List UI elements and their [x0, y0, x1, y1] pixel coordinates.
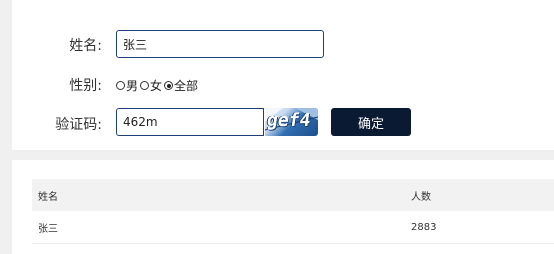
- captcha-input[interactable]: [116, 108, 264, 136]
- results-panel: 姓名 人数 张三 2883: [12, 160, 554, 254]
- column-header-count: 人数: [405, 179, 554, 211]
- table-cell-name: 张三: [32, 211, 405, 244]
- radio-female[interactable]: [140, 81, 150, 90]
- captcha-image[interactable]: gef4: [265, 108, 318, 136]
- gender-radio-group: 男 女 全部: [116, 77, 200, 94]
- confirm-button[interactable]: 确定: [331, 108, 411, 136]
- gender-option-label: 女: [150, 79, 163, 93]
- gender-option-female[interactable]: 女: [140, 77, 162, 94]
- column-header-name: 姓名: [32, 179, 405, 211]
- gender-option-label: 全部: [174, 79, 199, 93]
- table-cell-count: 2883: [405, 211, 554, 244]
- name-label: 姓名:: [69, 38, 102, 54]
- captcha-text: gef4: [265, 110, 312, 131]
- radio-all[interactable]: [164, 81, 174, 90]
- radio-male[interactable]: [116, 81, 125, 90]
- gender-option-male[interactable]: 男: [116, 77, 138, 94]
- results-table: 姓名 人数 张三 2883: [32, 179, 554, 244]
- search-form-panel: 姓名: 性别: 男 女 全部 验证码: gef4 确定: [12, 0, 554, 150]
- captcha-label: 验证码:: [55, 117, 102, 133]
- gender-label: 性别:: [69, 78, 102, 94]
- table-row: 张三 2883: [32, 211, 554, 244]
- gender-option-all[interactable]: 全部: [164, 77, 198, 94]
- gender-option-label: 男: [126, 79, 139, 93]
- name-input[interactable]: [116, 30, 324, 58]
- table-header-row: 姓名 人数: [32, 179, 554, 211]
